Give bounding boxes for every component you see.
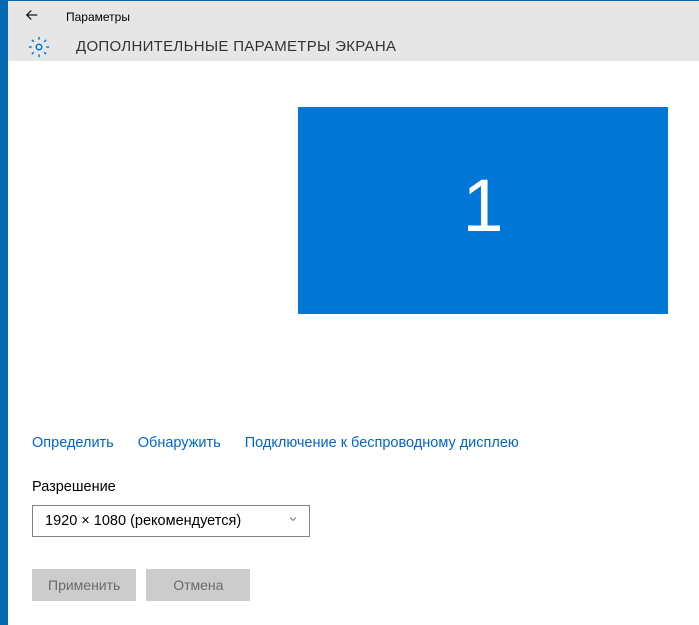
wireless-display-link[interactable]: Подключение к беспроводному дисплею [245, 435, 519, 451]
monitor-thumbnail[interactable]: 1 [298, 107, 668, 314]
content-area: 1 Определить Обнаружить Подключение к бе… [8, 61, 699, 625]
arrow-left-icon [23, 6, 41, 29]
action-buttons: Применить Отмена [32, 569, 675, 601]
identify-link[interactable]: Определить [32, 435, 114, 451]
display-actions: Определить Обнаружить Подключение к бесп… [32, 435, 675, 451]
resolution-select[interactable]: 1920 × 1080 (рекомендуется) [32, 505, 310, 537]
gear-icon [28, 36, 50, 58]
window-title: Параметры [66, 10, 130, 24]
titlebar: Параметры [8, 1, 699, 33]
settings-window: Параметры ДОПОЛНИТЕЛЬНЫЕ ПАРАМЕТРЫ ЭКРАН… [0, 0, 699, 625]
back-button[interactable] [16, 1, 48, 33]
cancel-button[interactable]: Отмена [146, 569, 250, 601]
display-preview: 1 [32, 61, 675, 421]
resolution-value: 1920 × 1080 (рекомендуется) [45, 513, 241, 529]
detect-link[interactable]: Обнаружить [138, 435, 221, 451]
page-header: ДОПОЛНИТЕЛЬНЫЕ ПАРАМЕТРЫ ЭКРАНА [8, 33, 699, 61]
monitor-number: 1 [462, 169, 503, 253]
resolution-label: Разрешение [32, 479, 675, 495]
chevron-down-icon [287, 513, 299, 529]
apply-button[interactable]: Применить [32, 569, 136, 601]
page-title: ДОПОЛНИТЕЛЬНЫЕ ПАРАМЕТРЫ ЭКРАНА [76, 38, 396, 55]
